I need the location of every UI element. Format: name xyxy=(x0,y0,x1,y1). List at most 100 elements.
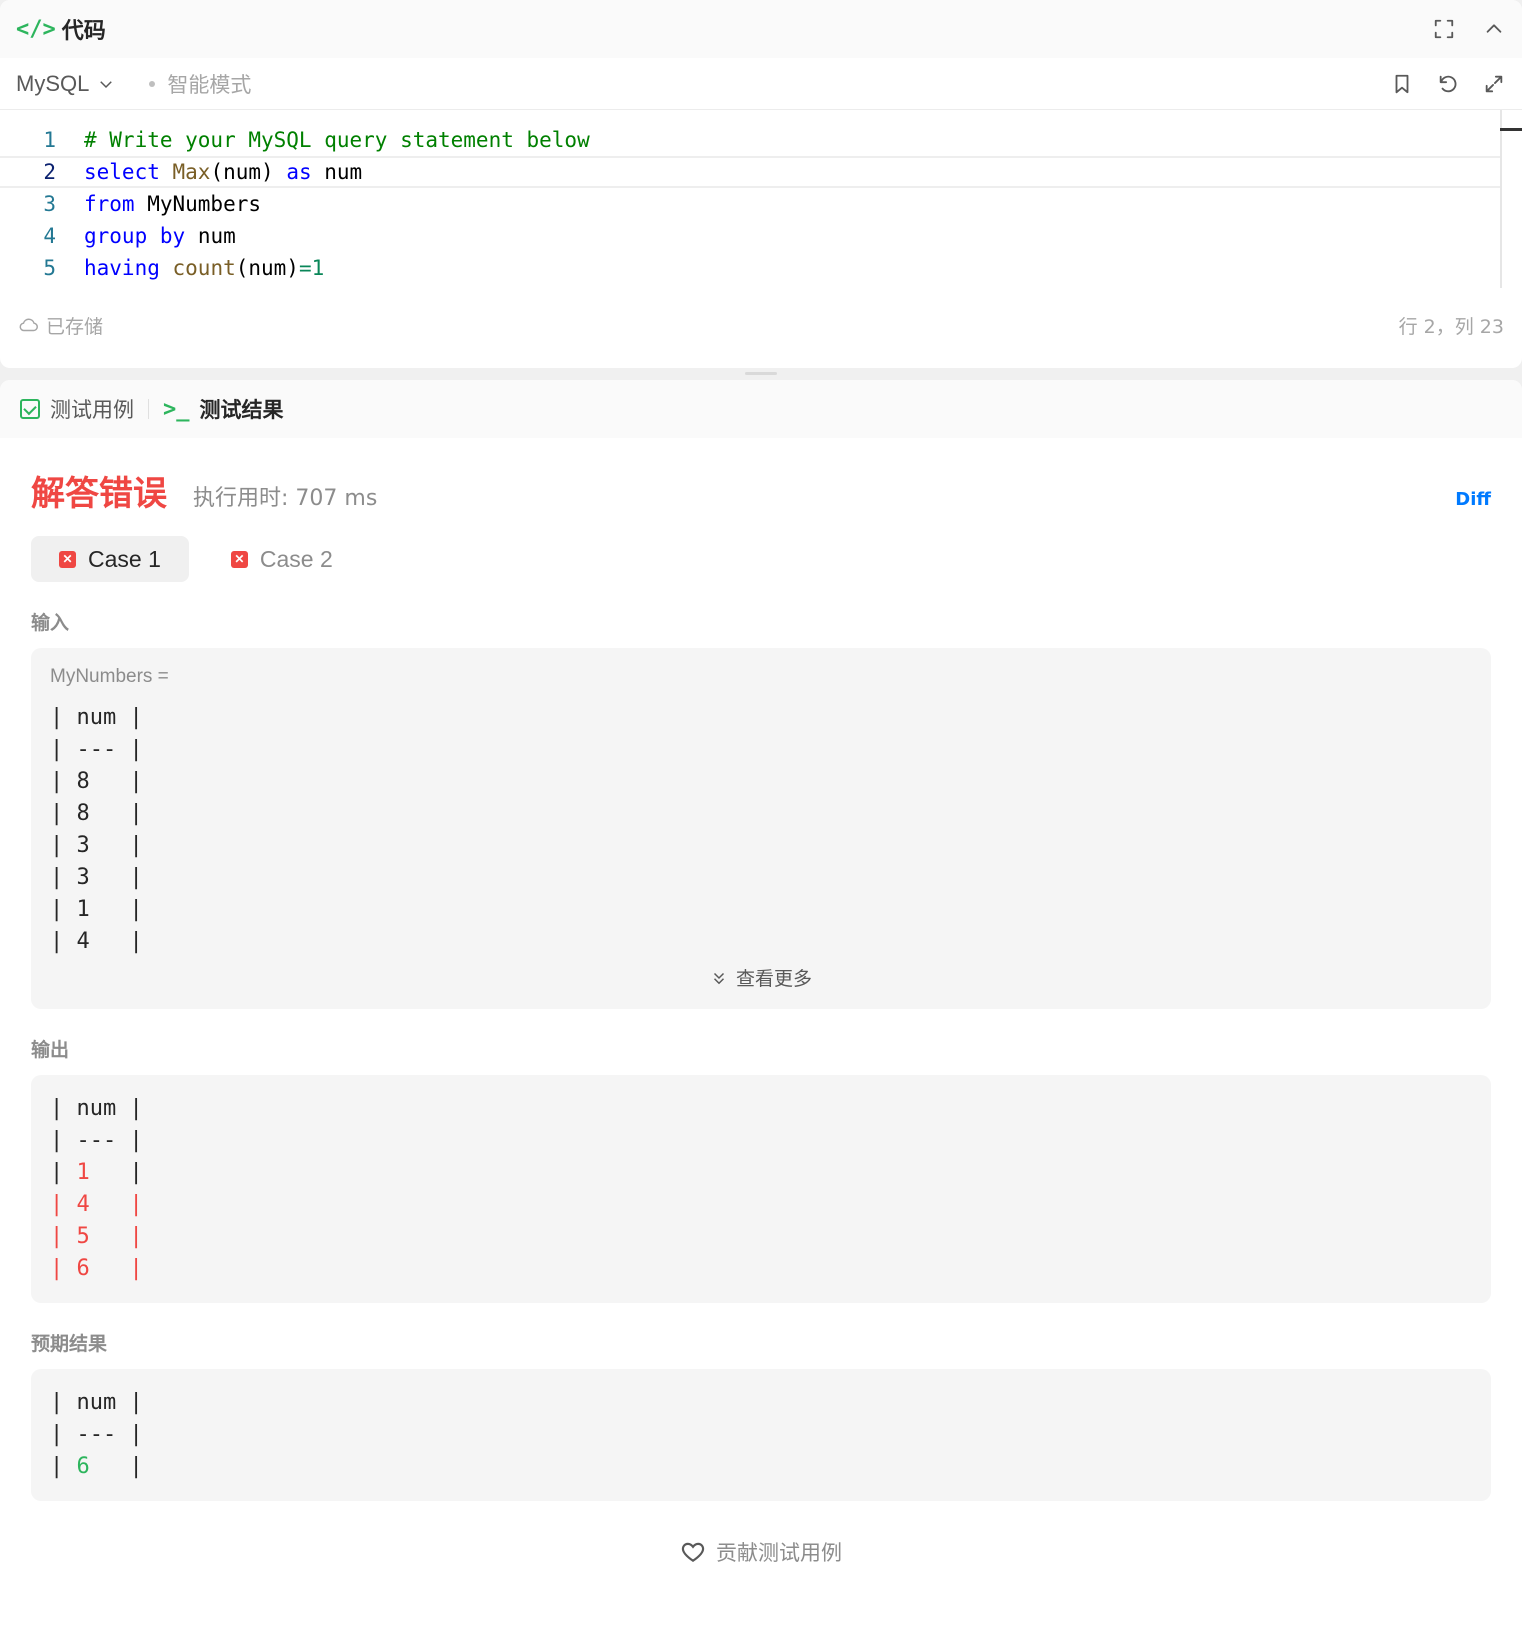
code-keyword: by xyxy=(159,224,186,248)
view-more-button[interactable]: 查看更多 xyxy=(50,964,1472,991)
tab-label: 测试结果 xyxy=(199,398,284,422)
code-panel: </> 代码 MySQL 智能模式 1 # Write your MySQL q… xyxy=(0,0,1522,368)
line-number: 5 xyxy=(43,256,56,280)
editor-status-bar: 已存储 行 2，列 23 xyxy=(0,300,1522,350)
code-line: 5 having count(num)=1 xyxy=(0,252,1522,284)
case-label: Case 1 xyxy=(88,545,161,572)
code-keyword: select xyxy=(84,160,160,184)
tab-label: 测试用例 xyxy=(50,398,134,422)
expand-icon[interactable] xyxy=(1482,72,1506,96)
editor-scrollbar[interactable] xyxy=(1500,110,1502,288)
verdict-row: 解答错误 执行用时: 707 ms Diff xyxy=(31,466,1491,516)
result-body: 解答错误 执行用时: 707 ms Diff ✕ Case 1 ✕ Case 2… xyxy=(0,466,1522,1567)
reset-icon[interactable] xyxy=(1436,72,1460,96)
contribute-testcase-button[interactable]: 贡献测试用例 xyxy=(31,1537,1491,1567)
tab-test-results[interactable]: >_ 测试结果 xyxy=(163,394,284,424)
contribute-label: 贡献测试用例 xyxy=(716,1541,842,1565)
overview-ruler-cursor xyxy=(1500,128,1522,131)
code-line: 3 from MyNumbers xyxy=(0,188,1522,220)
input-line: | 3 | xyxy=(50,833,143,858)
line-number: 1 xyxy=(43,128,56,152)
code-icon: </> xyxy=(16,16,56,42)
output-section-label: 输出 xyxy=(31,1039,70,1061)
code-number: 1 xyxy=(311,256,325,280)
code-text: num xyxy=(185,224,236,248)
code-text: (num) xyxy=(210,160,287,184)
output-line-diff-partial: | 1 | xyxy=(50,1160,143,1185)
case-label: Case 2 xyxy=(259,545,333,572)
code-keyword: group xyxy=(84,224,148,248)
code-text: num xyxy=(311,160,363,184)
input-line: | 3 | xyxy=(50,865,143,890)
mode-label: 智能模式 xyxy=(167,72,252,97)
expected-box: | num | | --- | | 6 | xyxy=(31,1369,1491,1501)
expected-line: | --- | xyxy=(50,1422,143,1447)
code-function: count xyxy=(172,256,236,280)
input-line: | 8 | xyxy=(50,801,143,826)
input-line: | 8 | xyxy=(50,769,143,794)
runtime-label: 执行用时: 707 ms xyxy=(193,486,378,511)
code-keyword: from xyxy=(84,192,135,216)
expected-section-label: 预期结果 xyxy=(31,1333,108,1355)
smart-mode-toggle[interactable]: 智能模式 xyxy=(149,69,251,99)
result-panel: 测试用例 >_ 测试结果 解答错误 执行用时: 707 ms Diff ✕ Ca… xyxy=(0,380,1522,1648)
diff-button[interactable]: Diff xyxy=(1455,489,1491,510)
check-square-icon xyxy=(20,399,40,419)
language-select[interactable]: MySQL xyxy=(16,71,115,97)
cloud-icon xyxy=(19,318,38,332)
panel-splitter-handle[interactable] xyxy=(745,372,777,375)
expected-line-diff: | 6 | xyxy=(50,1454,143,1479)
input-line: | 4 | xyxy=(50,929,143,954)
input-line: | --- | xyxy=(50,737,143,762)
fullscreen-icon[interactable] xyxy=(1432,17,1456,41)
x-square-icon: ✕ xyxy=(59,550,76,568)
x-square-icon: ✕ xyxy=(230,550,248,568)
code-operator: = xyxy=(298,256,312,280)
case-tab-1[interactable]: ✕ Case 1 xyxy=(31,536,189,582)
diff-value: 6 xyxy=(76,1454,90,1479)
verdict-label: 解答错误 xyxy=(31,474,167,514)
output-line-diff: | 6 | xyxy=(50,1256,143,1281)
cursor-position: 行 2，列 23 xyxy=(1398,315,1504,338)
double-chevron-down-icon xyxy=(713,972,725,984)
expected-line: | num | xyxy=(50,1390,143,1415)
output-line-diff: | 4 | xyxy=(50,1192,143,1217)
code-comment: # Write your MySQL query statement below xyxy=(84,128,590,152)
output-line: | num | xyxy=(50,1096,143,1121)
code-line-active: 2 select Max(num) as num xyxy=(0,156,1502,188)
view-more-label: 查看更多 xyxy=(735,968,812,990)
code-keyword: having xyxy=(84,256,160,280)
output-line-diff: | 5 | xyxy=(50,1224,143,1249)
line-number: 2 xyxy=(43,160,56,184)
mode-dot xyxy=(149,80,156,87)
language-label: MySQL xyxy=(16,70,90,96)
diff-value: 1 xyxy=(76,1160,90,1185)
input-line: | 1 | xyxy=(50,897,143,922)
code-keyword: as xyxy=(286,160,312,184)
code-line: 1 # Write your MySQL query statement bel… xyxy=(0,124,1522,156)
line-number: 4 xyxy=(43,224,56,248)
input-variable-name: MyNumbers = xyxy=(50,666,169,687)
bookmark-icon[interactable] xyxy=(1390,72,1414,96)
tab-testcases[interactable]: 测试用例 xyxy=(20,394,134,424)
code-panel-title: 代码 xyxy=(61,19,106,44)
heart-icon xyxy=(681,1542,705,1562)
chevron-down-icon xyxy=(100,80,113,88)
chevron-up-icon[interactable] xyxy=(1482,17,1506,41)
editor-toolbar: MySQL 智能模式 xyxy=(0,58,1522,110)
code-header: </> 代码 xyxy=(0,0,1522,58)
input-section-label: 输入 xyxy=(31,612,70,634)
tab-divider xyxy=(148,399,149,419)
output-box: | num | | --- | | 1 | | 4 | | 5 | | 6 | xyxy=(31,1075,1491,1303)
input-line: | num | xyxy=(50,705,143,730)
result-tabs: 测试用例 >_ 测试结果 xyxy=(0,380,1522,438)
case-tabs: ✕ Case 1 ✕ Case 2 xyxy=(31,536,1491,582)
code-function: Max xyxy=(172,160,211,184)
saved-status: 已存储 xyxy=(46,315,104,338)
input-box: MyNumbers = | num | | --- | | 8 | | 8 | … xyxy=(31,648,1491,1009)
line-number: 3 xyxy=(43,192,56,216)
case-tab-2[interactable]: ✕ Case 2 xyxy=(203,536,361,582)
code-line: 4 group by num xyxy=(0,220,1522,252)
output-line: | --- | xyxy=(50,1128,143,1153)
code-editor[interactable]: 1 # Write your MySQL query statement bel… xyxy=(0,110,1522,300)
